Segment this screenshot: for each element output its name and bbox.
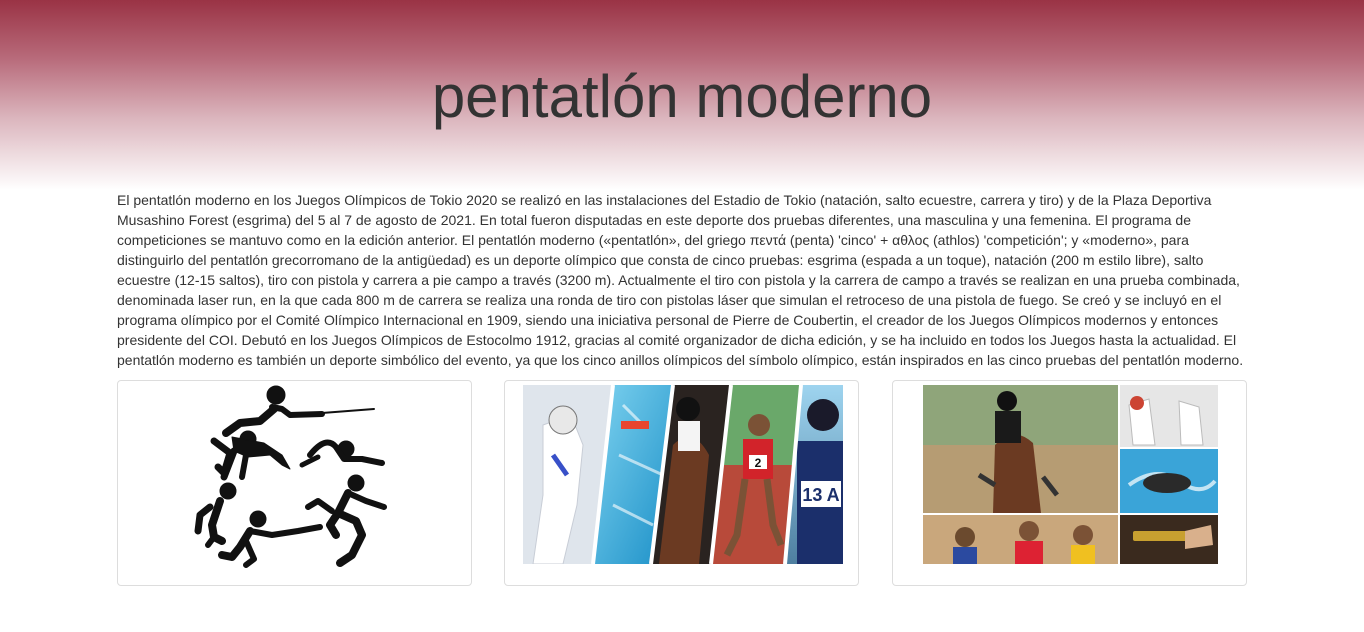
gallery-card-athletes-collage[interactable]: 2 13 A <box>504 380 859 586</box>
hero-banner: pentatlón moderno <box>0 0 1364 190</box>
gallery-card-pictogram[interactable] <box>117 380 472 586</box>
page-title: pentatlón moderno <box>431 63 933 130</box>
intro-paragraph: El pentatlón moderno en los Juegos Olímp… <box>117 192 1244 368</box>
pentathlon-pictogram-image <box>122 385 467 581</box>
runner-bib: 2 <box>755 456 762 470</box>
gallery-card-events-collage[interactable] <box>892 380 1247 586</box>
athlete-bib: 13 A <box>802 485 839 505</box>
pentathlon-athletes-collage-image: 2 13 A <box>523 385 843 564</box>
image-gallery: 2 13 A <box>117 380 1249 588</box>
pentathlon-events-collage-image <box>923 385 1218 564</box>
